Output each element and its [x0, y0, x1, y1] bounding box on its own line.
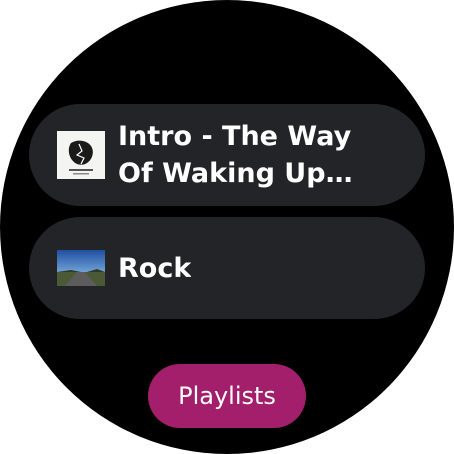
- playlist-title: Rock: [118, 252, 192, 284]
- song-title: Intro - The Way Of Waking Up (feat. The …: [118, 121, 352, 189]
- landscape-road-icon: [57, 244, 105, 292]
- album-art-icon: [57, 131, 105, 179]
- playlists-button[interactable]: Playlists: [148, 364, 306, 428]
- list-item-playlist[interactable]: Rock: [29, 217, 425, 319]
- watch-screen: Intro - The Way Of Waking Up (feat. The …: [0, 0, 454, 454]
- list-item-song[interactable]: Intro - The Way Of Waking Up (feat. The …: [29, 104, 425, 206]
